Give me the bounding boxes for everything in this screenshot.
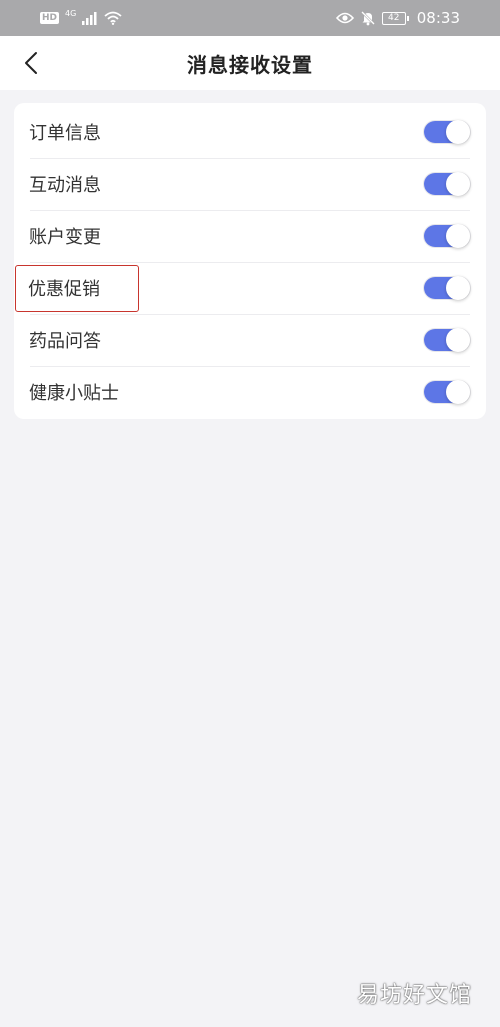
status-right: 42 08:33 <box>335 9 460 27</box>
account-change-toggle[interactable] <box>424 224 470 248</box>
battery-tip <box>406 15 409 21</box>
status-bar: HD 4G 42 08:33 <box>0 0 500 36</box>
setting-label: 药品问答 <box>29 331 101 352</box>
order-info-toggle[interactable] <box>424 120 470 144</box>
page-title: 消息接收设置 <box>187 52 313 77</box>
signal-icon <box>82 11 97 25</box>
health-tips-toggle[interactable] <box>424 380 470 404</box>
interaction-toggle[interactable] <box>424 172 470 196</box>
setting-row-promotions: 优惠促销 <box>14 262 486 314</box>
chevron-left-icon <box>25 52 37 74</box>
watermark-text: 易坊好文馆 <box>356 983 472 1008</box>
toggle-knob <box>446 172 470 196</box>
setting-label: 健康小贴士 <box>29 383 119 404</box>
battery-icon: 42 <box>381 11 409 25</box>
toggle-knob <box>446 120 470 144</box>
promotions-toggle[interactable] <box>424 276 470 300</box>
setting-label-highlighted: 优惠促销 <box>15 264 139 312</box>
hd-badge: HD <box>40 12 60 24</box>
drug-qa-toggle[interactable] <box>424 328 470 352</box>
toggle-knob <box>446 276 470 300</box>
eye-icon <box>335 12 354 24</box>
header-bar: 消息接收设置 <box>0 36 500 90</box>
battery-level: 42 <box>381 11 406 25</box>
setting-row-health-tips: 健康小贴士 <box>14 366 486 418</box>
settings-card: 订单信息 互动消息 账户变更 优惠促销 药品问答 健康小贴士 <box>14 103 486 419</box>
toggle-knob <box>446 380 470 404</box>
status-time: 08:33 <box>416 9 460 27</box>
setting-label: 账户变更 <box>29 227 101 248</box>
network-type: 4G <box>65 9 77 18</box>
setting-row-drug-qa: 药品问答 <box>14 314 486 366</box>
mute-icon <box>360 11 375 26</box>
setting-row-order-info: 订单信息 <box>14 106 486 158</box>
wifi-icon <box>104 11 122 25</box>
toggle-knob <box>446 328 470 352</box>
setting-row-interaction: 互动消息 <box>14 158 486 210</box>
setting-row-account-change: 账户变更 <box>14 210 486 262</box>
toggle-knob <box>446 224 470 248</box>
status-left: HD 4G <box>40 9 122 25</box>
setting-label: 订单信息 <box>29 123 101 144</box>
back-button[interactable] <box>14 46 48 80</box>
setting-label: 互动消息 <box>29 175 101 196</box>
